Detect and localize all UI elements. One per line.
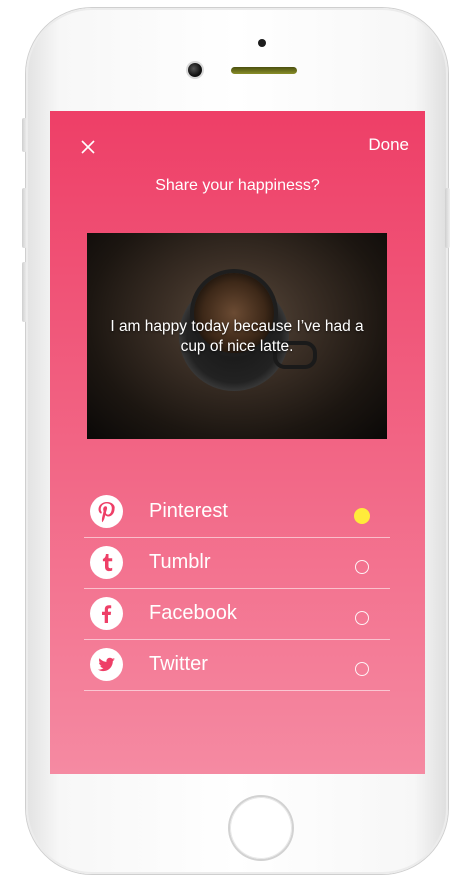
volume-up-button [22, 188, 27, 248]
twitter-icon [90, 648, 123, 681]
home-button[interactable] [230, 797, 292, 859]
radio-unselected[interactable] [355, 662, 369, 676]
page-title: Share your happiness? [155, 177, 320, 194]
earpiece-speaker [231, 67, 297, 74]
share-option-tumblr[interactable]: Tumblr [84, 538, 390, 589]
tumblr-icon [90, 546, 123, 579]
mute-switch [22, 118, 27, 152]
photo-caption: I am happy today because I’ve had a cup … [110, 318, 364, 355]
radio-unselected[interactable] [355, 611, 369, 625]
front-camera [188, 63, 202, 77]
share-screen: Done Share your happiness? I am happy to… [50, 111, 425, 774]
share-options-list: Pinterest Tumblr Facebook Twitter [84, 487, 390, 691]
power-button [445, 188, 450, 248]
proximity-sensor [258, 39, 266, 47]
facebook-icon [90, 597, 123, 630]
volume-down-button [22, 262, 27, 322]
done-button[interactable]: Done [368, 135, 409, 155]
share-option-facebook[interactable]: Facebook [84, 589, 390, 640]
share-option-pinterest[interactable]: Pinterest [84, 487, 390, 538]
pinterest-icon [90, 495, 123, 528]
share-photo: I am happy today because I’ve had a cup … [87, 233, 387, 439]
close-icon [81, 140, 95, 154]
share-option-twitter[interactable]: Twitter [84, 640, 390, 691]
close-button[interactable] [78, 137, 98, 157]
radio-unselected[interactable] [355, 560, 369, 574]
share-option-label: Pinterest [149, 500, 228, 522]
radio-selected[interactable] [354, 508, 370, 524]
share-option-label: Facebook [149, 602, 237, 624]
share-option-label: Twitter [149, 653, 208, 675]
share-option-label: Tumblr [149, 551, 211, 573]
